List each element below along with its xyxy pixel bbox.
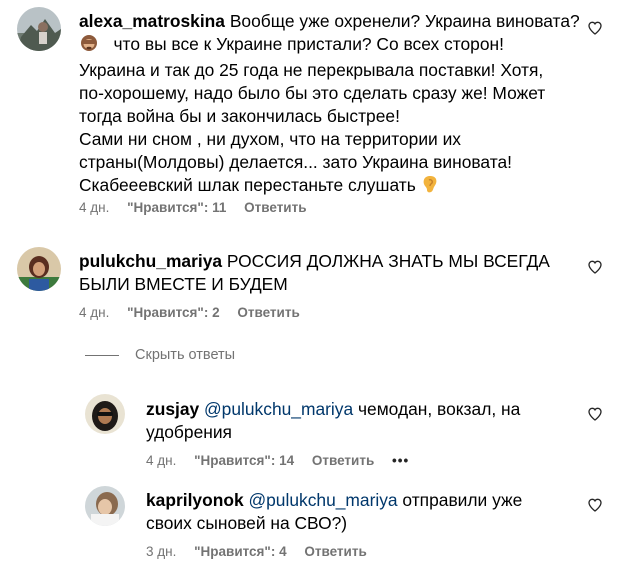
heart-outline-icon[interactable] bbox=[587, 497, 603, 513]
comment-text: alexa_matroskina Вообще уже охренели? Ук… bbox=[79, 10, 589, 200]
reply-likes[interactable]: "Нравится": 4 bbox=[194, 544, 286, 559]
mention-link[interactable]: @pulukchu_mariya bbox=[248, 490, 397, 510]
reply-username[interactable]: zusjay bbox=[146, 399, 199, 419]
comment-line: БЫЛИ ВМЕСТЕ И БУДЕМ bbox=[79, 274, 288, 294]
comment-username[interactable]: alexa_matroskina bbox=[79, 11, 225, 31]
reply-line: отправили уже bbox=[397, 490, 523, 510]
avatar[interactable] bbox=[17, 7, 61, 51]
comment-text: pulukchu_mariya РОССИЯ ДОЛЖНА ЗНАТЬ МЫ В… bbox=[79, 250, 589, 296]
avatar[interactable] bbox=[85, 394, 125, 434]
heart-outline-icon[interactable] bbox=[587, 406, 603, 422]
comment-line: Вообще уже охренели? Украина виновата? bbox=[224, 11, 580, 31]
comment-line: Украина и так до 25 года не перекрывала … bbox=[79, 60, 544, 80]
comment-meta: 4 дн. "Нравится": 2 Ответить bbox=[79, 305, 314, 320]
reply-time[interactable]: 3 дн. bbox=[146, 544, 176, 559]
comment-line: что вы все к Украине пристали? Со всех с… bbox=[99, 34, 504, 54]
reply-line: чемодан, вокзал, на bbox=[353, 399, 521, 419]
reply-text: zusjay @pulukchu_mariya чемодан, вокзал,… bbox=[146, 398, 586, 444]
reply-line: своих сыновей на СВО?) bbox=[146, 513, 348, 533]
heart-outline-icon[interactable] bbox=[587, 259, 603, 275]
comment-line: Скабееевский шлак перестаньте слушать bbox=[79, 175, 421, 195]
comment-likes[interactable]: "Нравится": 11 bbox=[127, 200, 226, 215]
comment-time[interactable]: 4 дн. bbox=[79, 305, 109, 320]
ear-emoji bbox=[421, 174, 439, 200]
comment-time[interactable]: 4 дн. bbox=[79, 200, 109, 215]
more-options-icon[interactable]: ••• bbox=[392, 453, 409, 468]
comment-likes[interactable]: "Нравится": 2 bbox=[127, 305, 219, 320]
comment-line: страны(Молдовы) делается... зато Украина… bbox=[79, 152, 512, 172]
reply-time[interactable]: 4 дн. bbox=[146, 453, 176, 468]
mention-link[interactable]: @pulukchu_mariya bbox=[204, 399, 353, 419]
comment-line: РОССИЯ ДОЛЖНА ЗНАТЬ МЫ ВСЕГДА bbox=[222, 251, 550, 271]
see-no-evil-monkey-emoji bbox=[79, 33, 99, 59]
avatar[interactable] bbox=[17, 247, 61, 291]
reply-button[interactable]: Ответить bbox=[304, 544, 366, 559]
reply-text: kaprilyonok @pulukchu_mariya отправили у… bbox=[146, 489, 586, 535]
comment-line: по-хорошему, надо было бы это сделать ср… bbox=[79, 83, 546, 103]
hide-replies-label: Скрыть ответы bbox=[135, 347, 236, 363]
comment-meta: 4 дн. "Нравится": 11 Ответить bbox=[79, 200, 321, 215]
reply-button[interactable]: Ответить bbox=[244, 200, 306, 215]
avatar[interactable] bbox=[85, 486, 125, 526]
divider bbox=[85, 354, 119, 356]
heart-outline-icon[interactable] bbox=[587, 20, 603, 36]
reply-meta: 3 дн. "Нравится": 4 Ответить bbox=[146, 544, 381, 559]
reply-username[interactable]: kaprilyonok bbox=[146, 490, 244, 510]
reply-button[interactable]: Ответить bbox=[312, 453, 374, 468]
comment-username[interactable]: pulukchu_mariya bbox=[79, 251, 222, 271]
reply-likes[interactable]: "Нравится": 14 bbox=[194, 453, 294, 468]
reply-button[interactable]: Ответить bbox=[237, 305, 299, 320]
hide-replies-button[interactable]: Скрыть ответы bbox=[85, 347, 235, 363]
comment-line: тогда война бы и закончилась быстрее! bbox=[79, 106, 400, 126]
reply-line: удобрения bbox=[146, 422, 232, 442]
reply-meta: 4 дн. "Нравится": 14 Ответить ••• bbox=[146, 453, 423, 468]
comment-line: Сами ни сном , ни духом, что на территор… bbox=[79, 129, 462, 149]
